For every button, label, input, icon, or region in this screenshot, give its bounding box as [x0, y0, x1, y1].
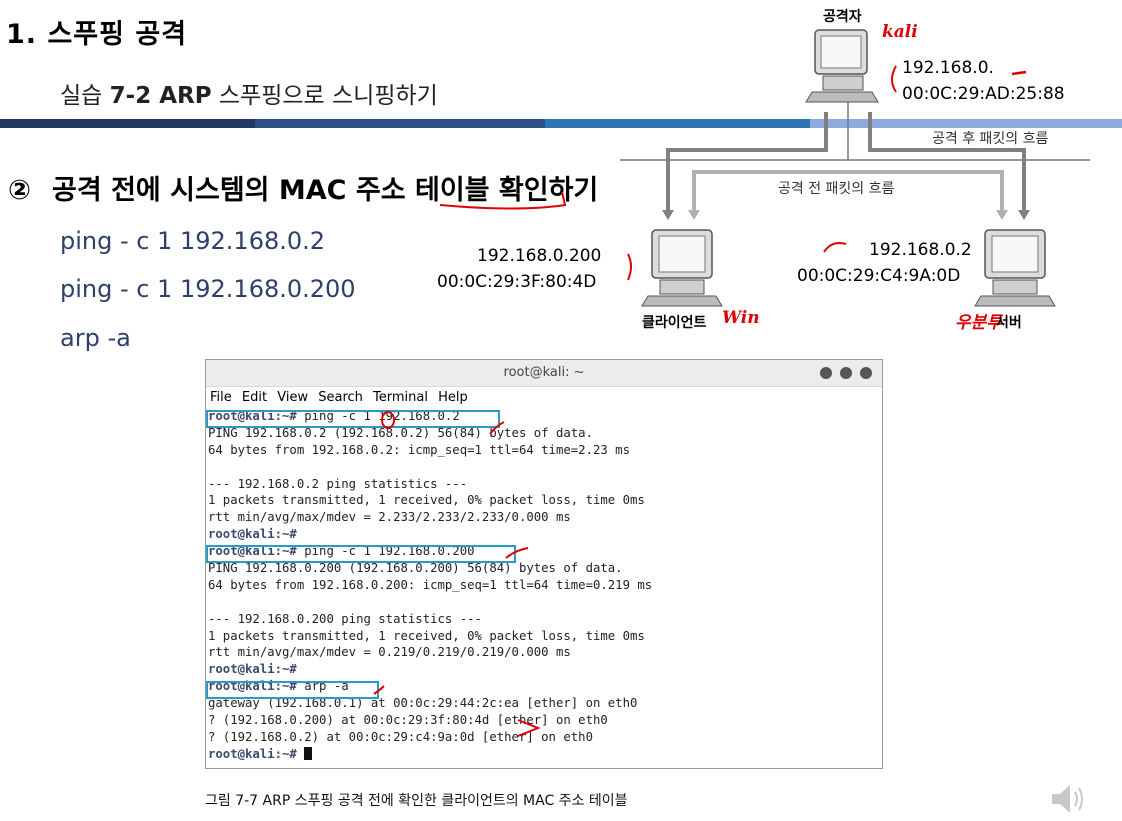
flow-after-label: 공격 후 패킷의 흐름: [932, 131, 1049, 147]
computer-icon: [805, 29, 879, 103]
client-note: Win: [722, 308, 760, 328]
attacker-ip: 192.168.0.: [902, 58, 994, 78]
terminal-annotations: [373, 411, 541, 737]
annotation-bracket: [627, 253, 632, 281]
computer-icon: [641, 229, 723, 307]
annotation-dash: [1011, 70, 1027, 76]
annotation-underline: [439, 191, 567, 210]
flow-after-right-arrow: [1018, 210, 1030, 220]
client-mac: 00:0C:29:3F:80:4D: [437, 272, 597, 292]
network-diagram: [439, 29, 1090, 307]
client-label: 클라이언트: [642, 315, 707, 331]
client-ip: 192.168.0.200: [477, 246, 602, 266]
flow-before-right-arrow: [996, 210, 1008, 220]
attacker-label: 공격자: [823, 9, 862, 25]
computer-icon: [974, 229, 1056, 307]
server-ip: 192.168.0.2: [869, 240, 972, 260]
flow-before-label: 공격 전 패킷의 흐름: [778, 181, 895, 197]
flow-before-left-arrow: [688, 210, 700, 220]
terminal-window[interactable]: root@kali: ~ File Edit View Search Termi…: [205, 359, 883, 769]
server-mac: 00:0C:29:C4:9A:0D: [797, 266, 961, 286]
figure-caption: 그림 7-7 ARP 스푸핑 공격 전에 확인한 클라이언트의 MAC 주소 테…: [205, 793, 628, 809]
server-label: 서버: [996, 315, 1022, 331]
flow-after-left-arrow: [662, 210, 674, 220]
attacker-mac: 00:0C:29:AD:25:88: [902, 84, 1065, 104]
annotation-curve: [823, 242, 847, 253]
annotation-bracket: [891, 65, 897, 93]
attacker-note: kali: [882, 22, 918, 42]
server-note: 우분투: [955, 313, 1002, 333]
speaker-icon[interactable]: [1048, 780, 1092, 818]
